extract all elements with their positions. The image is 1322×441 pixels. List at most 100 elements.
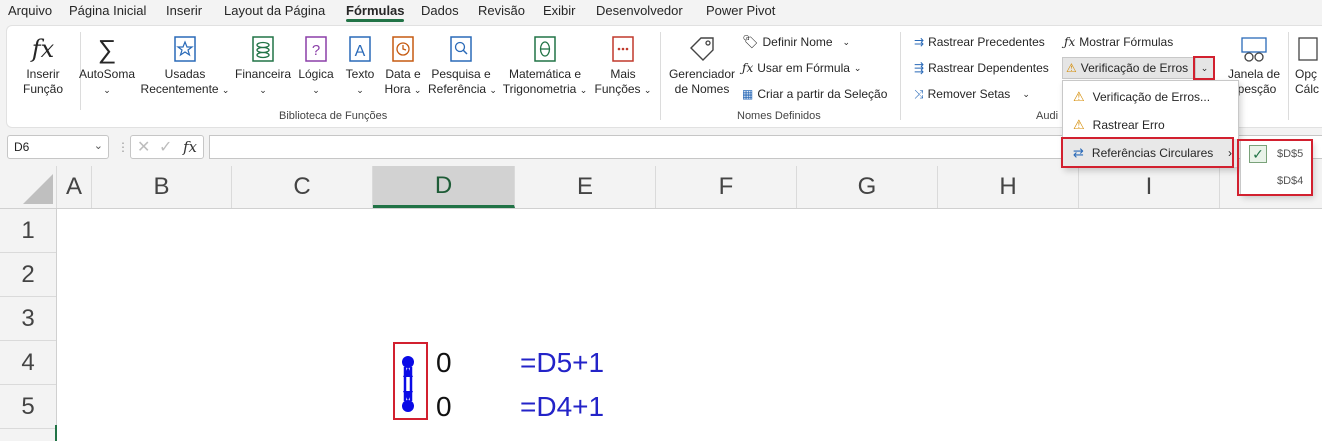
- lookup-button[interactable]: Pesquisa e Referência ⌄: [428, 34, 497, 98]
- column-header-e[interactable]: E: [515, 166, 656, 208]
- row-header-3[interactable]: 3: [0, 297, 56, 341]
- text-button[interactable]: A Texto ⌄: [342, 34, 378, 98]
- fx-small-icon: ƒx: [1064, 35, 1076, 49]
- column-header-c[interactable]: C: [232, 166, 373, 208]
- row-header-5[interactable]: 5: [0, 385, 56, 429]
- coins-book-icon: [252, 36, 274, 62]
- clock-book-icon: [392, 36, 414, 62]
- menu-revisao[interactable]: Revisão: [478, 3, 525, 18]
- column-header-h[interactable]: H: [938, 166, 1079, 208]
- more-functions-button[interactable]: Mais Funções ⌄: [594, 34, 652, 98]
- cell-d4[interactable]: 0: [436, 347, 452, 379]
- row-header-1[interactable]: 1: [0, 209, 56, 253]
- menu-arquivo[interactable]: Arquivo: [8, 3, 52, 18]
- separator: [660, 32, 661, 120]
- name-manager-button[interactable]: Gerenciador de Nomes: [666, 34, 738, 97]
- row-header-4[interactable]: 4: [0, 341, 56, 385]
- column-header-g[interactable]: G: [797, 166, 938, 208]
- separator: [900, 32, 901, 120]
- glasses-icon: [1241, 37, 1267, 62]
- cell-e4[interactable]: =D5+1: [520, 347, 604, 379]
- menu-item-circular-references[interactable]: ⇄ Referências Circulares ›: [1063, 139, 1238, 167]
- error-checking-button[interactable]: ⚠ Verificação de Erros: [1062, 57, 1194, 79]
- chevron-down-icon: ⌄: [356, 85, 364, 95]
- chevron-right-icon: ›: [1228, 146, 1232, 160]
- group-label-library: Biblioteca de Funções: [279, 110, 388, 122]
- circular-reference-icon: ⇄: [1073, 145, 1084, 160]
- trace-dependents-icon: ⇶: [914, 61, 925, 75]
- insert-function-button[interactable]: fx Inserir Função: [18, 34, 68, 97]
- calc-options-button[interactable]: Opç Cálc: [1292, 34, 1322, 97]
- logical-button[interactable]: ? Lógica ⌄: [296, 34, 336, 98]
- datetime-button[interactable]: Data e Hora ⌄: [382, 34, 424, 98]
- submenu-item-d4[interactable]: $D$4: [1277, 175, 1303, 187]
- menu-item-trace-error[interactable]: ⚠ Rastrear Erro: [1063, 111, 1238, 139]
- fx-icon: fx: [31, 35, 55, 63]
- menu-pagina-inicial[interactable]: Página Inicial: [69, 3, 146, 18]
- menu-formulas[interactable]: Fórmulas: [346, 3, 405, 18]
- row-header-2[interactable]: 2: [0, 253, 56, 297]
- chevron-down-icon: ⌄: [103, 85, 111, 95]
- warning-icon: ⚠: [1073, 89, 1085, 104]
- cell-d5[interactable]: 0: [436, 391, 452, 423]
- submenu-item-d5[interactable]: $D$5: [1277, 148, 1303, 160]
- error-checking-dropdown[interactable]: ⌄: [1195, 57, 1214, 79]
- chevron-down-icon: ⌄: [579, 85, 588, 95]
- tag-icon: [690, 37, 714, 61]
- menu-item-error-checking[interactable]: ⚠ Verificação de Erros...: [1063, 83, 1238, 111]
- column-header-i[interactable]: I: [1079, 166, 1220, 208]
- separator: [1288, 32, 1289, 120]
- column-header-f[interactable]: F: [656, 166, 797, 208]
- remove-arrows-icon: ⤨: [914, 86, 924, 101]
- menu-exibir[interactable]: Exibir: [543, 3, 576, 18]
- name-box[interactable]: D6 ⌄: [7, 135, 109, 159]
- theta-book-icon: [534, 36, 556, 62]
- circular-references-submenu: ✓ $D$5 $D$4: [1240, 140, 1312, 195]
- chevron-down-icon: ⌄: [221, 85, 230, 95]
- column-header-a[interactable]: A: [57, 166, 92, 208]
- check-icon[interactable]: ✓: [159, 137, 172, 157]
- grip-icon: ⋮: [117, 140, 129, 154]
- svg-text:?: ?: [312, 42, 320, 59]
- menu-layout-pagina[interactable]: Layout da Página: [224, 3, 325, 18]
- menu-desenvolvedor[interactable]: Desenvolvedor: [596, 3, 683, 18]
- use-in-formula-button[interactable]: ƒx Usar em Fórmula ⌄: [742, 58, 861, 78]
- chevron-down-icon[interactable]: ⌄: [94, 139, 103, 152]
- chevron-down-icon: ⌄: [259, 85, 267, 95]
- select-all-corner[interactable]: [0, 166, 57, 208]
- error-checking-menu: ⚠ Verificação de Erros... ⚠ Rastrear Err…: [1062, 80, 1239, 168]
- create-from-selection-button[interactable]: ▦ Criar a partir da Seleção: [742, 84, 887, 104]
- star-book-icon: [174, 36, 196, 62]
- trace-precedents-button[interactable]: ⇉ Rastrear Precedentes: [914, 32, 1045, 52]
- label-tag-icon: 🏷: [742, 34, 759, 49]
- recently-used-button[interactable]: Usadas Recentemente ⌄: [140, 34, 230, 98]
- menu-power-pivot[interactable]: Power Pivot: [706, 3, 775, 18]
- active-row-marker: [55, 425, 57, 441]
- menu-dados[interactable]: Dados: [421, 3, 459, 18]
- warning-icon: ⚠: [1066, 61, 1077, 75]
- column-header-b[interactable]: B: [92, 166, 232, 208]
- group-label-auditing: Audi: [1036, 110, 1059, 122]
- menu-bar: Arquivo Página Inicial Inserir Layout da…: [0, 0, 1322, 22]
- cancel-icon[interactable]: ✕: [137, 137, 150, 157]
- circular-reference-arrows: [402, 356, 414, 412]
- menu-inserir[interactable]: Inserir: [166, 3, 202, 18]
- remove-arrows-button[interactable]: ⤨ Remover Setas ⌄: [914, 84, 1030, 104]
- text-book-icon: A: [349, 36, 371, 62]
- sigma-icon: ∑: [97, 34, 117, 64]
- math-button[interactable]: Matemática e Trigonometria ⌄: [500, 34, 590, 98]
- chevron-down-icon: ⌄: [1200, 62, 1209, 73]
- chevron-down-icon: ⌄: [643, 85, 652, 95]
- define-name-button[interactable]: 🏷 Definir Nome ⌄: [742, 32, 850, 52]
- chevron-down-icon: ⌄: [489, 85, 497, 95]
- insert-function-icon[interactable]: fx: [183, 138, 197, 156]
- trace-dependents-button[interactable]: ⇶ Rastrear Dependentes: [914, 58, 1049, 78]
- row-headers: 1 2 3 4 5: [0, 209, 57, 441]
- group-label-defined-names: Nomes Definidos: [737, 110, 821, 122]
- autosum-button[interactable]: ∑ AutoSoma ⌄: [78, 34, 136, 98]
- cell-e5[interactable]: =D4+1: [520, 391, 604, 423]
- financial-button[interactable]: Financeira ⌄: [234, 34, 292, 98]
- column-header-d[interactable]: D: [373, 166, 515, 208]
- show-formulas-button[interactable]: ƒx Mostrar Fórmulas: [1064, 32, 1173, 52]
- more-book-icon: [612, 36, 634, 62]
